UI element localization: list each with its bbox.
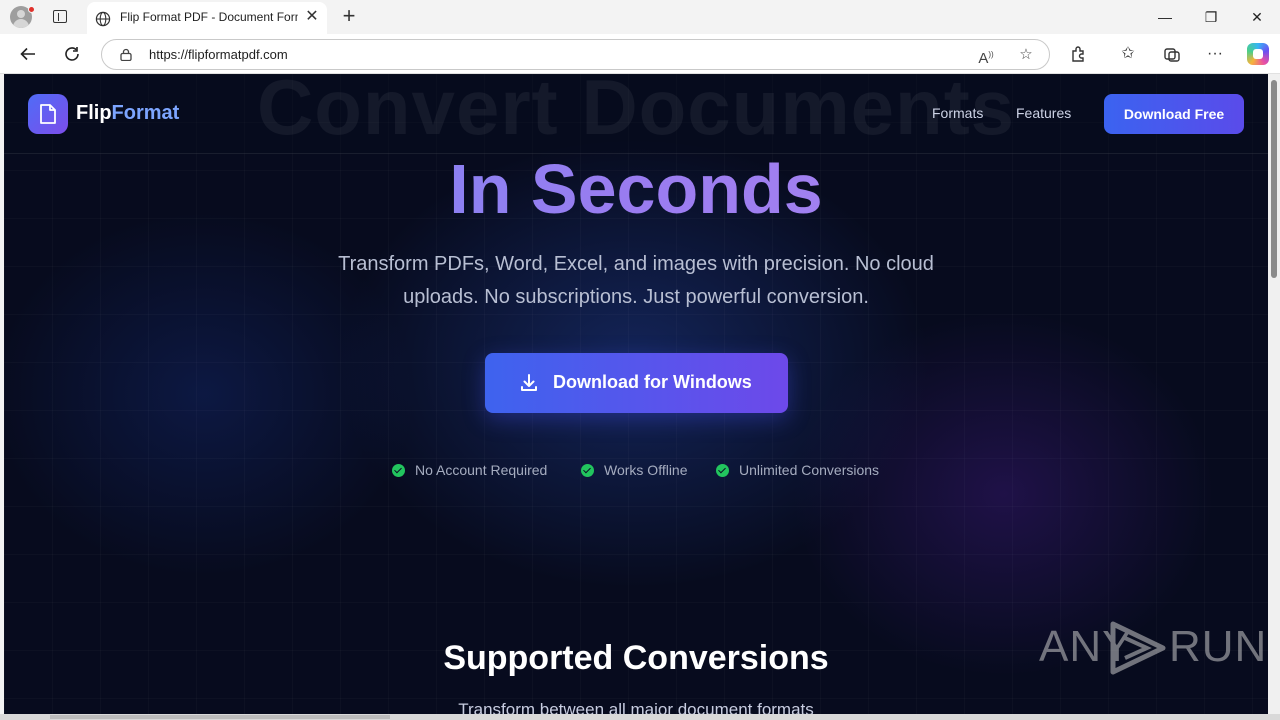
favorites-icon[interactable]: ✩ <box>1117 43 1139 65</box>
maximize-button[interactable]: ❐ <box>1196 6 1226 28</box>
notification-dot <box>28 6 35 13</box>
extensions-icon[interactable] <box>1068 43 1090 65</box>
logo-document-icon[interactable] <box>28 94 68 134</box>
read-aloud-icon[interactable]: A)) <box>976 45 996 67</box>
copilot-icon[interactable] <box>1247 43 1269 65</box>
download-free-button[interactable]: Download Free <box>1104 94 1244 134</box>
watermark-text-right: RUN <box>1169 622 1268 671</box>
browser-toolbar: https://flipformatpdf.com A)) ☆ ✩ ··· <box>0 34 1280 74</box>
browser-tab-active[interactable]: Flip Format PDF - Document Form ✕ <box>87 2 327 34</box>
nav-link-features[interactable]: Features <box>1016 105 1071 121</box>
tab-title: Flip Format PDF - Document Form <box>120 10 298 24</box>
logo-part-format: Format <box>111 102 180 124</box>
lock-icon[interactable] <box>120 48 132 61</box>
minimize-button[interactable]: — <box>1150 6 1180 28</box>
nav-link-formats[interactable]: Formats <box>932 105 983 121</box>
taskbar-strip <box>0 714 1280 720</box>
logo-part-flip: Flip <box>76 102 112 124</box>
collections-icon[interactable] <box>1161 43 1183 65</box>
download-button-label: Download for Windows <box>553 372 752 392</box>
page-scrollbar[interactable] <box>1268 74 1280 714</box>
favorite-star-icon[interactable]: ☆ <box>1016 45 1036 65</box>
scrollbar-thumb[interactable] <box>1271 80 1277 278</box>
url-text[interactable]: https://flipformatpdf.com <box>149 47 288 62</box>
play-triangle-icon <box>1110 621 1166 675</box>
check-circle-icon <box>581 464 594 477</box>
refresh-icon[interactable] <box>59 42 85 66</box>
hero-subtitle: Transform PDFs, Word, Excel, and images … <box>286 248 986 314</box>
hero-subtitle-line-1: Transform PDFs, Word, Excel, and images … <box>338 253 934 275</box>
download-for-windows-button[interactable]: Download for Windows <box>485 353 788 413</box>
ghost-hero-heading: Convert Documents <box>256 74 1016 151</box>
section-subtitle: Transform between all major document for… <box>458 700 814 714</box>
page-viewport: Convert Documents FlipFormat Formats Fea… <box>4 74 1268 714</box>
site-logo[interactable]: FlipFormat <box>76 102 179 125</box>
hero-subtitle-line-2: uploads. No subscriptions. Just powerful… <box>403 286 869 308</box>
hero-title: In Seconds <box>4 144 1268 234</box>
tab-actions-icon[interactable] <box>53 10 67 23</box>
tab-close-icon[interactable]: ✕ <box>303 8 321 26</box>
back-arrow-icon[interactable] <box>15 42 41 66</box>
browser-tab-bar: Flip Format PDF - Document Form ✕ + — ❐ … <box>0 0 1280 34</box>
site-header: Convert Documents FlipFormat Formats Fea… <box>4 74 1268 154</box>
check-circle-icon <box>392 464 405 477</box>
feature-label: No Account Required <box>415 462 548 478</box>
feature-label: Works Offline <box>604 462 688 478</box>
address-bar[interactable]: https://flipformatpdf.com A)) ☆ <box>101 39 1050 70</box>
new-tab-button[interactable]: + <box>338 4 360 28</box>
close-window-button[interactable]: ✕ <box>1242 6 1272 28</box>
download-icon <box>521 374 537 391</box>
feature-label: Unlimited Conversions <box>739 462 880 478</box>
globe-icon <box>95 11 111 27</box>
anyrun-watermark-logo: ANY RUN <box>1039 614 1266 675</box>
more-menu-icon[interactable]: ··· <box>1204 43 1226 65</box>
check-circle-icon <box>716 464 729 477</box>
